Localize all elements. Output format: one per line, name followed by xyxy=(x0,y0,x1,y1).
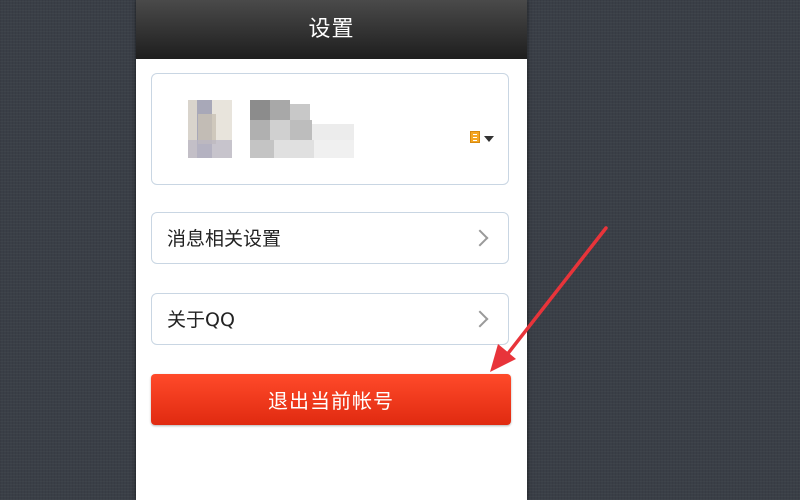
profile-card[interactable] xyxy=(151,73,509,185)
menu-item-message-settings[interactable]: 消息相关设置 xyxy=(151,212,509,264)
chevron-right-icon xyxy=(471,229,489,247)
menu-item-about-qq[interactable]: 关于QQ xyxy=(151,293,509,345)
menu-item-label: 消息相关设置 xyxy=(167,228,282,250)
avatar[interactable] xyxy=(188,100,232,158)
settings-screen: 设置 消息相关设置 关于QQ 退出当前帐号 xyxy=(136,0,527,500)
logout-button[interactable]: 退出当前帐号 xyxy=(151,374,511,425)
status-list-icon[interactable] xyxy=(470,131,480,143)
menu-item-label: 关于QQ xyxy=(167,309,235,331)
chevron-right-icon xyxy=(471,310,489,328)
nickname-blurred xyxy=(250,100,356,160)
page-title: 设置 xyxy=(136,0,527,59)
dropdown-arrow-icon[interactable] xyxy=(484,136,494,142)
